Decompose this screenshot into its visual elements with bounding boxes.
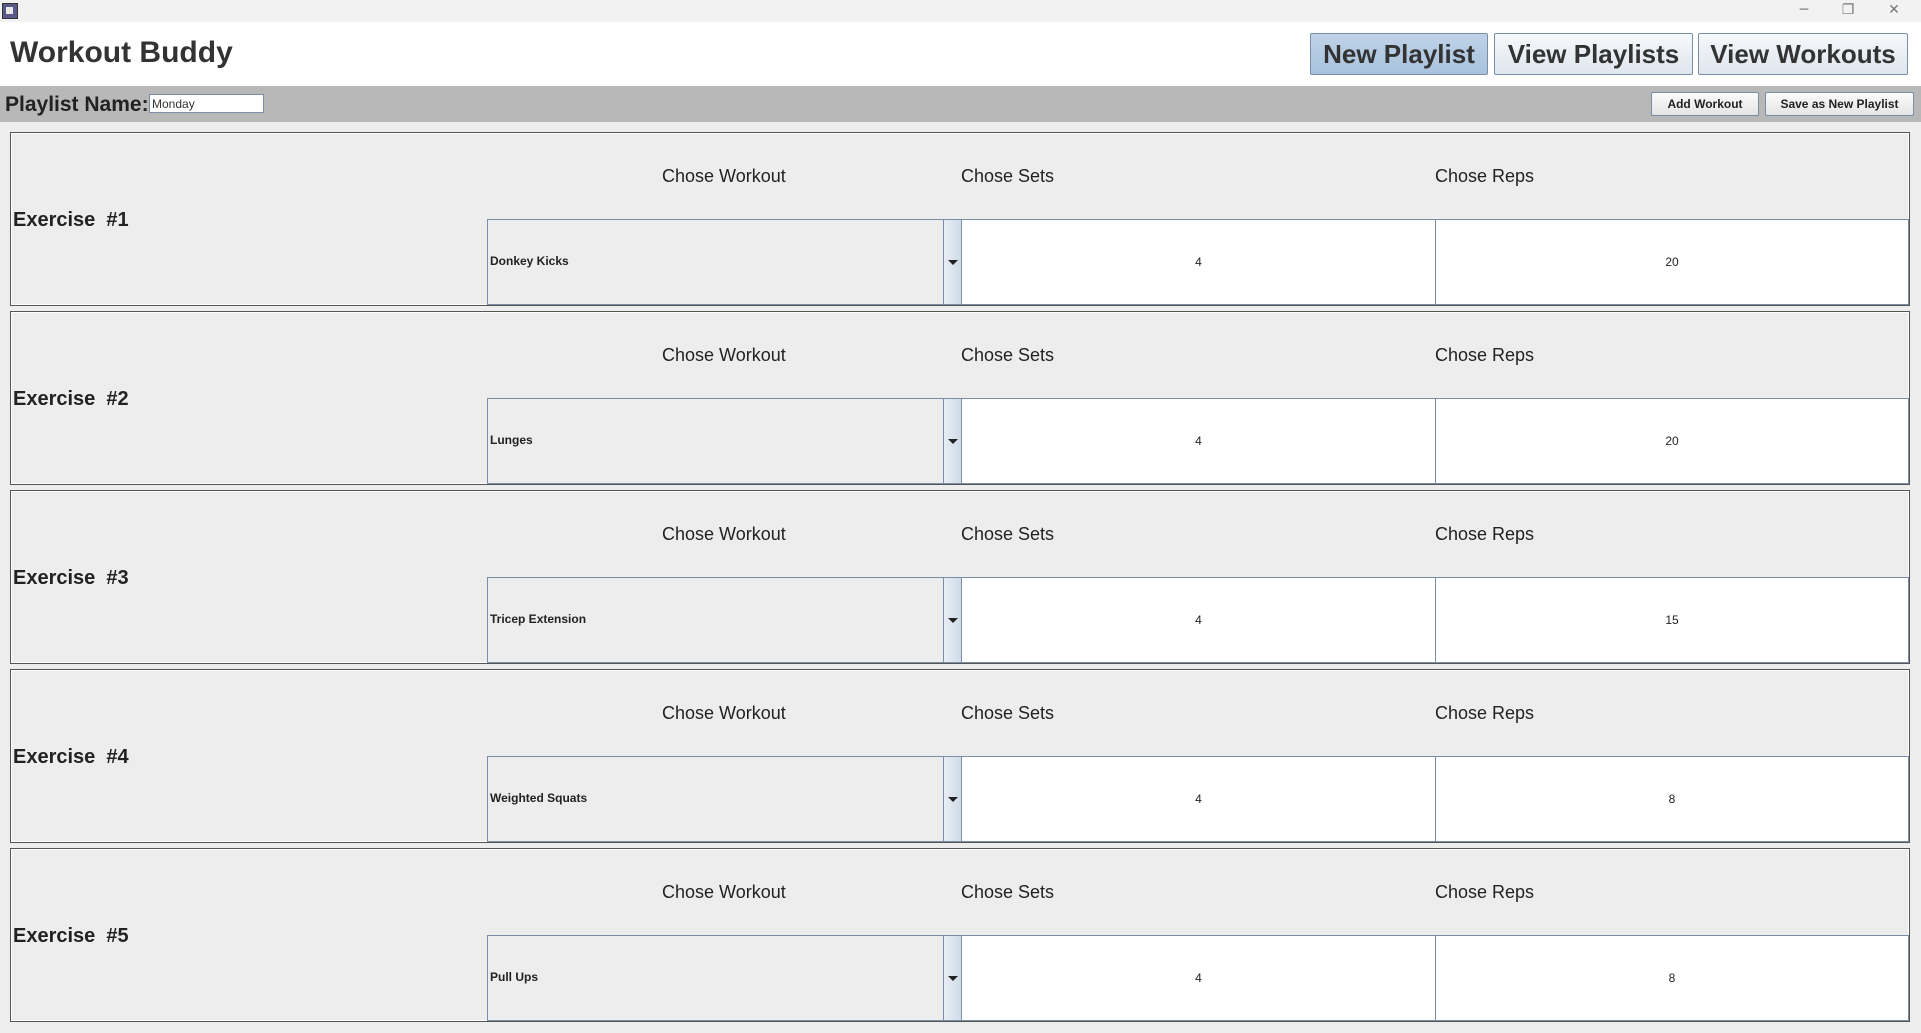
sets-field[interactable]: 4 <box>961 219 1436 305</box>
maximize-icon[interactable]: ❐ <box>1826 0 1870 22</box>
workout-dropdown[interactable]: Tricep Extension <box>487 577 962 663</box>
workout-dropdown[interactable]: Pull Ups <box>487 935 962 1021</box>
chevron-down-icon[interactable] <box>943 399 961 483</box>
sets-field[interactable]: 4 <box>961 398 1436 484</box>
exercise-label: Exercise #1 <box>13 209 129 231</box>
playlist-name-input[interactable] <box>149 94 264 113</box>
reps-field[interactable]: 20 <box>1435 219 1909 305</box>
chevron-down-icon[interactable] <box>943 757 961 841</box>
reps-field[interactable]: 8 <box>1435 756 1909 842</box>
sets-field[interactable]: 4 <box>961 756 1436 842</box>
chose-sets-label: Chose Sets <box>961 524 1055 544</box>
workout-dropdown-value: Tricep Extension <box>490 612 587 626</box>
chevron-down-icon[interactable] <box>943 220 961 304</box>
chose-workout-label: Chose Workout <box>662 882 786 902</box>
workout-dropdown-value: Donkey Kicks <box>490 254 569 268</box>
chose-sets-label: Chose Sets <box>961 345 1055 365</box>
chose-reps-label: Chose Reps <box>1435 345 1535 365</box>
reps-field[interactable]: 15 <box>1435 577 1909 663</box>
sets-field[interactable]: 4 <box>961 935 1436 1021</box>
chose-reps-label: Chose Reps <box>1435 703 1535 723</box>
minimize-icon[interactable]: ─ <box>1782 0 1826 22</box>
save-as-new-playlist-button[interactable]: Save as New Playlist <box>1765 92 1914 116</box>
exercise-label: Exercise #2 <box>13 388 129 410</box>
window-titlebar: ─ ❐ ✕ <box>0 0 1921 22</box>
exercise-panel: Exercise #3 Chose Workout Chose Sets Cho… <box>10 490 1910 664</box>
exercise-panel: Exercise #5 Chose Workout Chose Sets Cho… <box>10 848 1910 1022</box>
exercise-label: Exercise #3 <box>13 567 129 589</box>
workout-dropdown-value: Weighted Squats <box>490 791 588 805</box>
workout-dropdown[interactable]: Donkey Kicks <box>487 219 962 305</box>
exercise-panel: Exercise #1 Chose Workout Chose Sets Cho… <box>10 132 1910 306</box>
chose-workout-label: Chose Workout <box>662 703 786 723</box>
playlist-toolbar: Playlist Name: Add Workout Save as New P… <box>0 86 1921 122</box>
chose-reps-label: Chose Reps <box>1435 524 1535 544</box>
chose-reps-label: Chose Reps <box>1435 166 1535 186</box>
chose-workout-label: Chose Workout <box>662 524 786 544</box>
exercise-label: Exercise #5 <box>13 925 129 947</box>
chose-sets-label: Chose Sets <box>961 166 1055 186</box>
java-cup-icon <box>2 3 18 19</box>
workout-dropdown-value: Pull Ups <box>490 970 539 984</box>
reps-field[interactable]: 20 <box>1435 398 1909 484</box>
view-playlists-button[interactable]: View Playlists <box>1494 33 1693 75</box>
view-workouts-button[interactable]: View Workouts <box>1698 33 1908 75</box>
workout-dropdown[interactable]: Weighted Squats <box>487 756 962 842</box>
new-playlist-button[interactable]: New Playlist <box>1310 33 1488 75</box>
close-icon[interactable]: ✕ <box>1872 0 1916 22</box>
reps-field[interactable]: 8 <box>1435 935 1909 1021</box>
exercise-panel: Exercise #4 Chose Workout Chose Sets Cho… <box>10 669 1910 843</box>
exercise-panel: Exercise #2 Chose Workout Chose Sets Cho… <box>10 311 1910 485</box>
add-workout-button[interactable]: Add Workout <box>1651 92 1759 116</box>
chose-workout-label: Chose Workout <box>662 166 786 186</box>
workout-dropdown-value: Lunges <box>490 433 533 447</box>
app-header: Workout Buddy New Playlist View Playlist… <box>0 22 1921 86</box>
app-title: Workout Buddy <box>10 36 233 69</box>
exercise-label: Exercise #4 <box>13 746 129 768</box>
workout-dropdown[interactable]: Lunges <box>487 398 962 484</box>
chevron-down-icon[interactable] <box>943 936 961 1020</box>
sets-field[interactable]: 4 <box>961 577 1436 663</box>
playlist-name-label: Playlist Name: <box>5 93 149 116</box>
chevron-down-icon[interactable] <box>943 578 961 662</box>
chose-reps-label: Chose Reps <box>1435 882 1535 902</box>
chose-workout-label: Chose Workout <box>662 345 786 365</box>
chose-sets-label: Chose Sets <box>961 703 1055 723</box>
chose-sets-label: Chose Sets <box>961 882 1055 902</box>
